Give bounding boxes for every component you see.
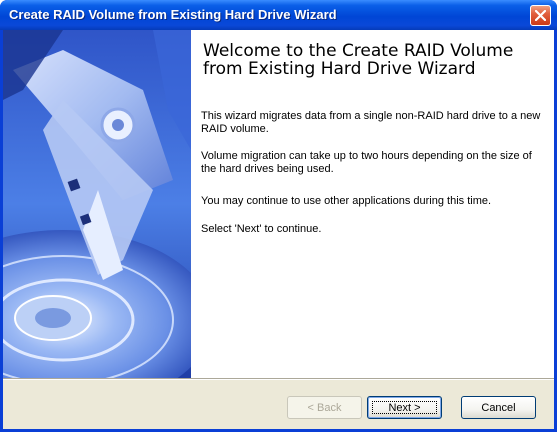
close-icon (535, 10, 546, 21)
dialog-body: Welcome to the Create RAID Volume from E… (3, 30, 554, 429)
hard-drive-image (3, 30, 191, 378)
close-button[interactable] (530, 5, 551, 26)
wizard-heading: Welcome to the Create RAID Volume from E… (203, 41, 514, 79)
back-button[interactable]: < Back (287, 396, 362, 419)
focus-ring (372, 401, 437, 414)
migration-time-paragraph: Volume migration can take up to two hour… (201, 150, 532, 175)
next-button[interactable]: Next > (367, 396, 442, 419)
intro-paragraph: This wizard migrates data from a single … (201, 110, 541, 135)
window-title: Create RAID Volume from Existing Hard Dr… (9, 7, 337, 22)
select-next-paragraph: Select 'Next' to continue. (201, 223, 322, 235)
back-button-label: < Back (307, 401, 342, 414)
cancel-button[interactable]: Cancel (461, 396, 536, 419)
wizard-window: Create RAID Volume from Existing Hard Dr… (0, 0, 557, 432)
hard-drive-illustration (3, 30, 191, 378)
title-bar[interactable]: Create RAID Volume from Existing Hard Dr… (0, 0, 557, 30)
continue-using-paragraph: You may continue to use other applicatio… (201, 195, 492, 207)
wizard-content: Welcome to the Create RAID Volume from E… (191, 30, 554, 378)
button-separator (3, 378, 554, 380)
cancel-button-label: Cancel (481, 401, 516, 414)
